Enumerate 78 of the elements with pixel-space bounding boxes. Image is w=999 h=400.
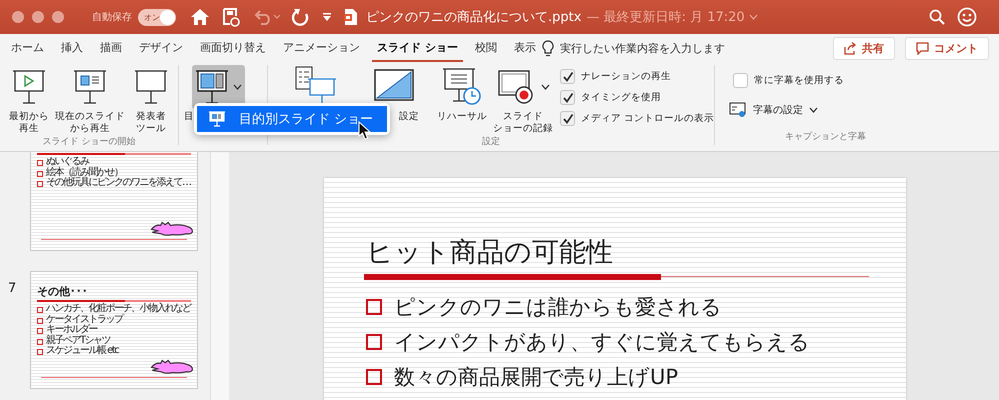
ribbon-tab[interactable]: 表示 <box>508 35 541 62</box>
ribbon-tab[interactable]: ホーム <box>6 35 49 62</box>
ribbon-tab[interactable]: デザイン <box>134 35 188 62</box>
save-icon[interactable] <box>222 7 240 27</box>
rehearse-timing-icon <box>442 67 482 107</box>
ribbon-tab[interactable]: 描画 <box>95 35 127 62</box>
checkbox-label: メディア コントロールの表示 <box>581 112 714 125</box>
button-label: ショーの記録 <box>493 122 553 135</box>
button-label: 現在のスライド <box>55 111 125 123</box>
button-label: 設定 <box>399 111 419 123</box>
group-label: キャプションと字幕 <box>785 130 866 144</box>
crocodile-drawing <box>150 358 194 375</box>
checkbox[interactable] <box>560 69 575 84</box>
button-label: から再生 <box>70 122 110 135</box>
bullet-icon <box>366 368 382 384</box>
ribbon-tab[interactable]: 画面切り替え <box>195 35 271 62</box>
slide-bullet: インパクトがあり、すぐに覚えてもらえる <box>394 328 810 356</box>
button-label: 再生 <box>19 122 39 135</box>
bullet-icon <box>366 298 382 314</box>
document-title: ピンクのワニの商品化について.pptx <box>366 9 582 26</box>
screen-icon <box>134 69 168 105</box>
checkbox[interactable] <box>560 90 575 105</box>
thumbnail-bullet: スケジュール帳 etc <box>46 346 118 356</box>
ribbon-tab[interactable]: 校閲 <box>470 35 502 62</box>
checkbox-label: タイミングを使用 <box>581 91 661 104</box>
button-label: 最初から <box>9 111 49 123</box>
last-saved-label: — 最終更新日時: 月 17:20 <box>586 9 745 26</box>
smiley-icon[interactable] <box>957 7 977 27</box>
bullet-icon <box>366 334 382 350</box>
caption-settings-icon <box>729 102 747 118</box>
slide-bullet: ピンクのワニは誰からも愛される <box>394 294 722 320</box>
share-button[interactable]: 共有 <box>833 37 895 60</box>
caption-settings-button[interactable]: 字幕の設定 <box>729 102 818 118</box>
group-label: 設定 <box>482 136 500 149</box>
group-label: スライド ショーの開始 <box>42 136 136 149</box>
home-icon[interactable] <box>190 8 210 26</box>
ribbon-tab[interactable]: 挿入 <box>56 35 88 62</box>
thumbnail-bullet: ぬいぐるみ <box>46 157 88 167</box>
screen-icon <box>73 69 107 105</box>
slide-thumbnail[interactable]: その他･･･ ハンカチ、化粧ポーチ、小物入れなど ケータイストラップ キーホルダー 親子ペアTシャツ スケジュール帳 etc <box>30 271 198 389</box>
ribbon-tab[interactable]: アニメーション <box>278 35 365 62</box>
thumbnail-title: その他･･･ <box>37 284 89 299</box>
checkbox-label: ナレーションの再生 <box>581 70 671 83</box>
button-label: 発表者 <box>136 111 166 123</box>
checkbox[interactable] <box>733 73 748 88</box>
autosave-toggle[interactable]: オン <box>138 8 176 26</box>
slide-thumbnail[interactable]: ぬいぐるみ 絵本（読み聞かせ） その他玩具にピンクのワニを添えて… <box>30 152 198 251</box>
slide-bullet: 数々の商品展開で売り上げUP <box>394 364 678 390</box>
share-icon <box>844 42 857 55</box>
checkbox-label: 常に字幕を使用する <box>754 74 844 87</box>
crocodile-drawing <box>150 220 194 237</box>
screen-icon <box>12 69 46 105</box>
scrollbar-track[interactable] <box>210 152 229 400</box>
file-icon <box>344 8 358 26</box>
lightbulb-icon[interactable] <box>542 40 554 58</box>
thumbnail-bullet: ケータイストラップ <box>46 314 122 324</box>
tell-me-field[interactable]: 実行したい作業内容を入力します <box>560 41 725 56</box>
thumbnail-bullet: 絵本（読み聞かせ） <box>46 168 122 178</box>
search-icon[interactable] <box>929 9 945 25</box>
button-label: ツール <box>136 122 166 135</box>
button-label: リハーサル <box>437 111 487 123</box>
thumbnail-bullet: その他玩具にピンクのワニを添えて… <box>46 178 190 188</box>
screen-icon <box>209 111 225 127</box>
thumbnail-bullet: ハンカチ、化粧ポーチ、小物入れなど <box>46 304 190 314</box>
comment-icon <box>916 42 929 55</box>
menu-item[interactable]: 目的別スライド ショー <box>197 106 387 132</box>
thumbnail-bullet: 親子ペアTシャツ <box>46 336 110 346</box>
checkbox[interactable] <box>560 111 575 126</box>
slide-title: ヒット商品の可能性 <box>366 236 613 270</box>
slide-number: 7 <box>7 280 18 296</box>
thumbnail-bullet: キーホルダー <box>46 325 97 335</box>
comment-button[interactable]: コメント <box>905 37 989 60</box>
customize-icon[interactable] <box>322 12 332 22</box>
redo-icon[interactable] <box>292 8 310 26</box>
autosave-label: 自動保存 <box>92 11 132 24</box>
button-label: 目 <box>184 111 194 123</box>
caret-icon <box>809 107 818 113</box>
button-label: スライド <box>503 111 543 123</box>
